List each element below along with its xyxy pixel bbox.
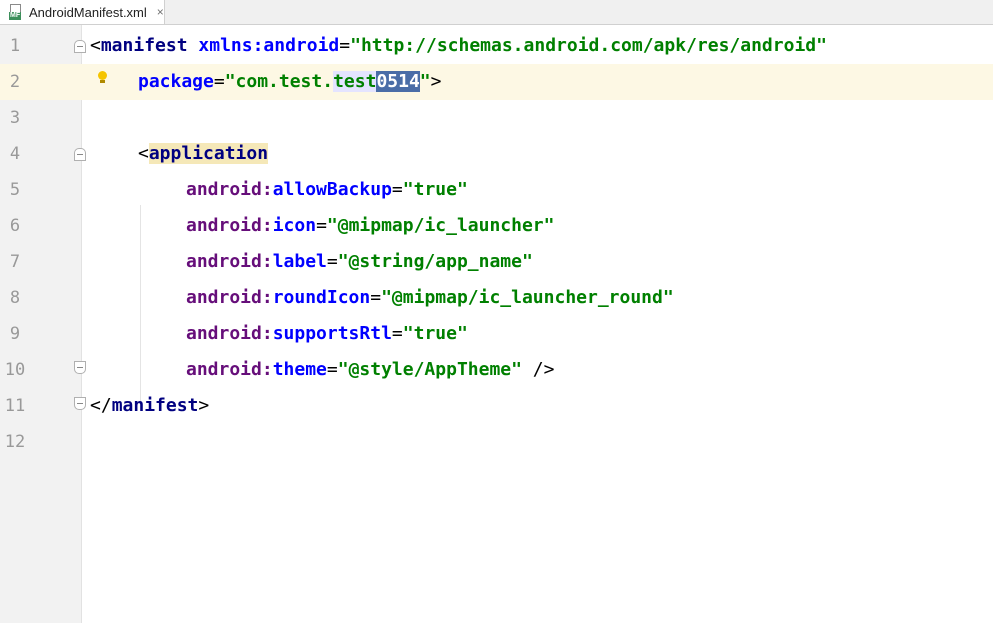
- line-number: 2: [9, 72, 21, 92]
- code-line[interactable]: 9 android:supportsRtl="true": [0, 316, 993, 352]
- fold-icon[interactable]: [74, 40, 86, 53]
- code-text: android:theme="@style/AppTheme" />: [186, 359, 555, 380]
- code-text: android:supportsRtl="true": [186, 323, 468, 344]
- code-text: android:label="@string/app_name": [186, 251, 533, 272]
- close-icon[interactable]: ×: [157, 5, 164, 19]
- code-text: android:allowBackup="true": [186, 179, 468, 200]
- line-number: 12: [4, 432, 26, 452]
- code-line[interactable]: 6 android:icon="@mipmap/ic_launcher": [0, 208, 993, 244]
- line-number: 1: [9, 36, 21, 56]
- xml-file-icon: MF: [9, 4, 23, 20]
- lightbulb-icon[interactable]: [97, 71, 107, 85]
- line-number: 9: [9, 324, 21, 344]
- code-line[interactable]: 4 <application: [0, 136, 993, 172]
- code-line[interactable]: 10 android:theme="@style/AppTheme" />: [0, 352, 993, 388]
- code-line[interactable]: 7 android:label="@string/app_name": [0, 244, 993, 280]
- code-text: </manifest>: [90, 395, 210, 416]
- line-number: 8: [9, 288, 21, 308]
- code-line[interactable]: 3: [0, 100, 993, 136]
- code-line-current[interactable]: 2 package="com.test.test0514">: [0, 64, 993, 100]
- code-line[interactable]: 8 android:roundIcon="@mipmap/ic_launcher…: [0, 280, 993, 316]
- code-line[interactable]: 11 </manifest>: [0, 388, 993, 424]
- line-number: 7: [9, 252, 21, 272]
- fold-icon[interactable]: [74, 397, 86, 410]
- tab-label: AndroidManifest.xml: [29, 4, 147, 20]
- line-number: 11: [4, 396, 26, 416]
- line-number: 6: [9, 216, 21, 236]
- code-line[interactable]: 1 <manifest xmlns:android="http://schema…: [0, 28, 993, 64]
- tab-androidmanifest[interactable]: MF AndroidManifest.xml ×: [0, 0, 165, 24]
- code-text: android:roundIcon="@mipmap/ic_launcher_r…: [186, 287, 674, 308]
- line-number: 10: [4, 360, 26, 380]
- code-text: package="com.test.test0514">: [138, 71, 442, 92]
- code-editor[interactable]: 1 <manifest xmlns:android="http://schema…: [0, 25, 993, 623]
- line-number: 3: [9, 108, 21, 128]
- text-selection: 0514: [376, 71, 420, 92]
- line-number: 4: [9, 144, 21, 164]
- fold-icon[interactable]: [74, 361, 86, 374]
- fold-icon[interactable]: [74, 148, 86, 161]
- code-text: <manifest xmlns:android="http://schemas.…: [90, 35, 827, 56]
- code-text: <application: [138, 143, 269, 164]
- editor-tab-bar: MF AndroidManifest.xml ×: [0, 0, 993, 25]
- code-line[interactable]: 12: [0, 424, 993, 460]
- line-number: 5: [9, 180, 21, 200]
- code-line[interactable]: 5 android:allowBackup="true": [0, 172, 993, 208]
- code-text: android:icon="@mipmap/ic_launcher": [186, 215, 555, 236]
